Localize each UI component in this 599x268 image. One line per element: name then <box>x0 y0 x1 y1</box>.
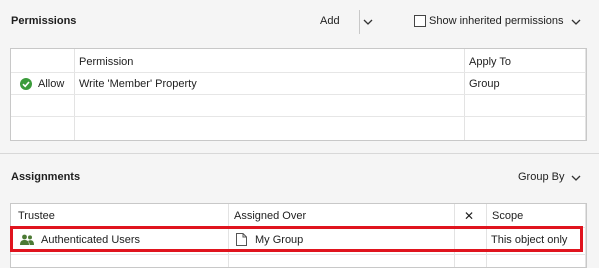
permissions-options-chevron-icon[interactable] <box>570 16 582 28</box>
show-inherited-label[interactable]: Show inherited permissions <box>429 15 564 27</box>
add-button[interactable]: Add <box>320 15 340 27</box>
column-header-apply-to[interactable]: Apply To <box>469 56 511 68</box>
row-divider <box>11 116 586 117</box>
add-split-separator <box>359 10 360 34</box>
row-divider <box>11 94 586 95</box>
permissions-title: Permissions <box>11 15 77 27</box>
section-divider <box>0 153 599 154</box>
permission-name: Write 'Member' Property <box>79 78 197 90</box>
allow-check-icon <box>20 78 32 90</box>
group-by-button[interactable]: Group By <box>518 171 564 183</box>
permission-type: Allow <box>38 78 65 90</box>
users-icon <box>20 234 34 245</box>
assigned-over: My Group <box>255 234 304 246</box>
group-by-chevron-icon[interactable] <box>570 172 582 184</box>
column-header-scope[interactable]: Scope <box>492 210 523 222</box>
row-divider <box>11 254 586 255</box>
table-row[interactable]: Allow Write 'Member' Property Group <box>11 73 586 94</box>
add-dropdown-chevron-icon[interactable] <box>362 16 374 28</box>
document-icon <box>236 233 247 246</box>
scope: This object only <box>491 234 568 246</box>
show-inherited-checkbox[interactable] <box>414 15 426 27</box>
assignments-table: Trustee Assigned Over ✕ Scope Authentica… <box>10 203 587 268</box>
column-header-close-icon[interactable]: ✕ <box>464 209 474 223</box>
permission-apply-to: Group <box>469 78 500 90</box>
column-header-trustee[interactable]: Trustee <box>18 210 55 222</box>
assignments-title: Assignments <box>11 171 81 183</box>
table-row[interactable]: Authenticated Users My Group This object… <box>11 228 586 253</box>
permissions-table: Permission Apply To Allow Write 'Member'… <box>10 48 587 141</box>
trustee-name: Authenticated Users <box>41 234 141 246</box>
column-header-assigned-over[interactable]: Assigned Over <box>234 210 306 222</box>
column-header-permission[interactable]: Permission <box>79 56 133 68</box>
